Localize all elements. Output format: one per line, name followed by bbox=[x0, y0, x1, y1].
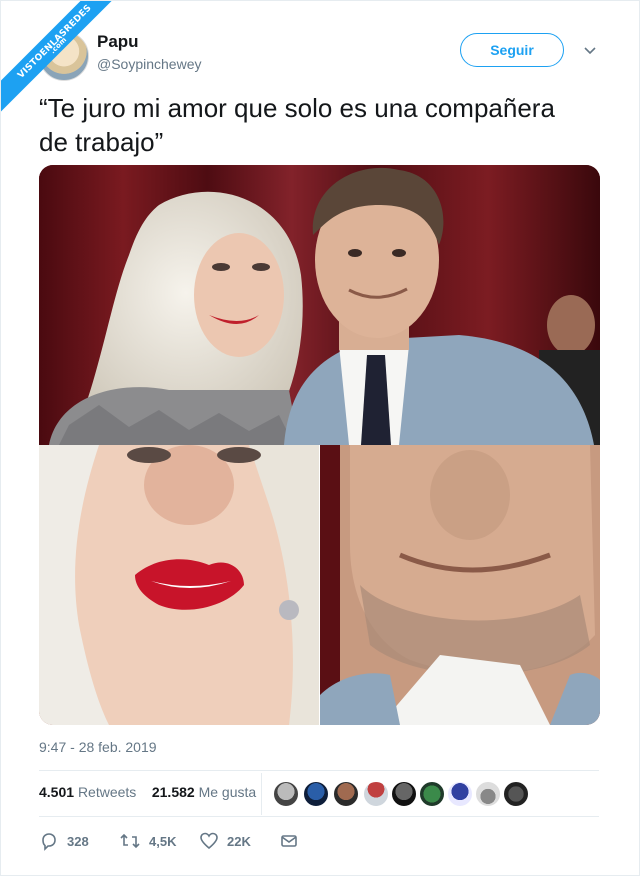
retweet-count: 4,5K bbox=[149, 833, 177, 849]
woman-closeup-illustration bbox=[39, 445, 319, 725]
reply-icon bbox=[42, 833, 56, 851]
retweets-stat[interactable]: 4.501 Retweets bbox=[39, 784, 136, 800]
message-button[interactable] bbox=[279, 829, 307, 853]
divider-top bbox=[39, 770, 599, 771]
tweet-text-line-2: de trabajo” bbox=[39, 127, 164, 157]
liker-avatar[interactable] bbox=[333, 781, 359, 807]
stats-divider bbox=[261, 773, 262, 815]
photo-bottom-left-woman bbox=[39, 445, 319, 725]
liker-avatar[interactable] bbox=[303, 781, 329, 807]
like-button[interactable]: 22K bbox=[199, 829, 251, 853]
retweets-count: 4.501 bbox=[39, 784, 75, 800]
retweet-icon bbox=[120, 833, 140, 849]
liker-avatar[interactable] bbox=[419, 781, 445, 807]
liker-avatar[interactable] bbox=[503, 781, 529, 807]
watermark-sub: .com bbox=[48, 35, 69, 56]
reply-count: 328 bbox=[67, 833, 89, 849]
liker-avatar[interactable] bbox=[475, 781, 501, 807]
like-count: 22K bbox=[227, 833, 251, 849]
man-closeup-illustration bbox=[320, 445, 600, 725]
photo-divider bbox=[319, 445, 320, 725]
tweet-photo[interactable] bbox=[39, 165, 600, 725]
chevron-down-icon[interactable] bbox=[583, 43, 597, 57]
likes-label: Me gusta bbox=[198, 784, 257, 800]
liker-avatar[interactable] bbox=[273, 781, 299, 807]
tweet-actions: 328 4,5K 22K bbox=[39, 829, 339, 853]
liker-avatar[interactable] bbox=[363, 781, 389, 807]
likes-count: 21.582 bbox=[151, 784, 195, 800]
heart-icon bbox=[200, 832, 218, 850]
likes-stat[interactable]: 21.582 Me gusta bbox=[152, 784, 256, 800]
photo-top-couple bbox=[39, 165, 600, 445]
reply-button[interactable]: 328 bbox=[39, 829, 89, 853]
couple-illustration bbox=[39, 165, 600, 445]
divider-bottom bbox=[39, 816, 599, 817]
tweet-text: “Te juro mi amor que solo es una compañe… bbox=[39, 91, 599, 159]
retweets-label: Retweets bbox=[77, 784, 137, 800]
tweet-text-line-1: “Te juro mi amor que solo es una compañe… bbox=[39, 93, 555, 123]
envelope-icon bbox=[281, 835, 297, 847]
follow-button[interactable]: Seguir bbox=[460, 33, 564, 67]
engagement-stats: 4.501 Retweets 21.582 Me gusta bbox=[39, 784, 256, 800]
photo-bottom-right-man bbox=[320, 445, 600, 725]
tweet-timestamp[interactable]: 9:47 - 28 feb. 2019 bbox=[39, 739, 157, 755]
tweet-card: VISTOENLASREDES .com Papu @Soypinchewey … bbox=[0, 0, 640, 876]
retweet-button[interactable]: 4,5K bbox=[119, 829, 176, 853]
watermark-ribbon: VISTOENLASREDES .com bbox=[1, 1, 121, 121]
liker-avatar[interactable] bbox=[391, 781, 417, 807]
liker-avatar[interactable] bbox=[447, 781, 473, 807]
